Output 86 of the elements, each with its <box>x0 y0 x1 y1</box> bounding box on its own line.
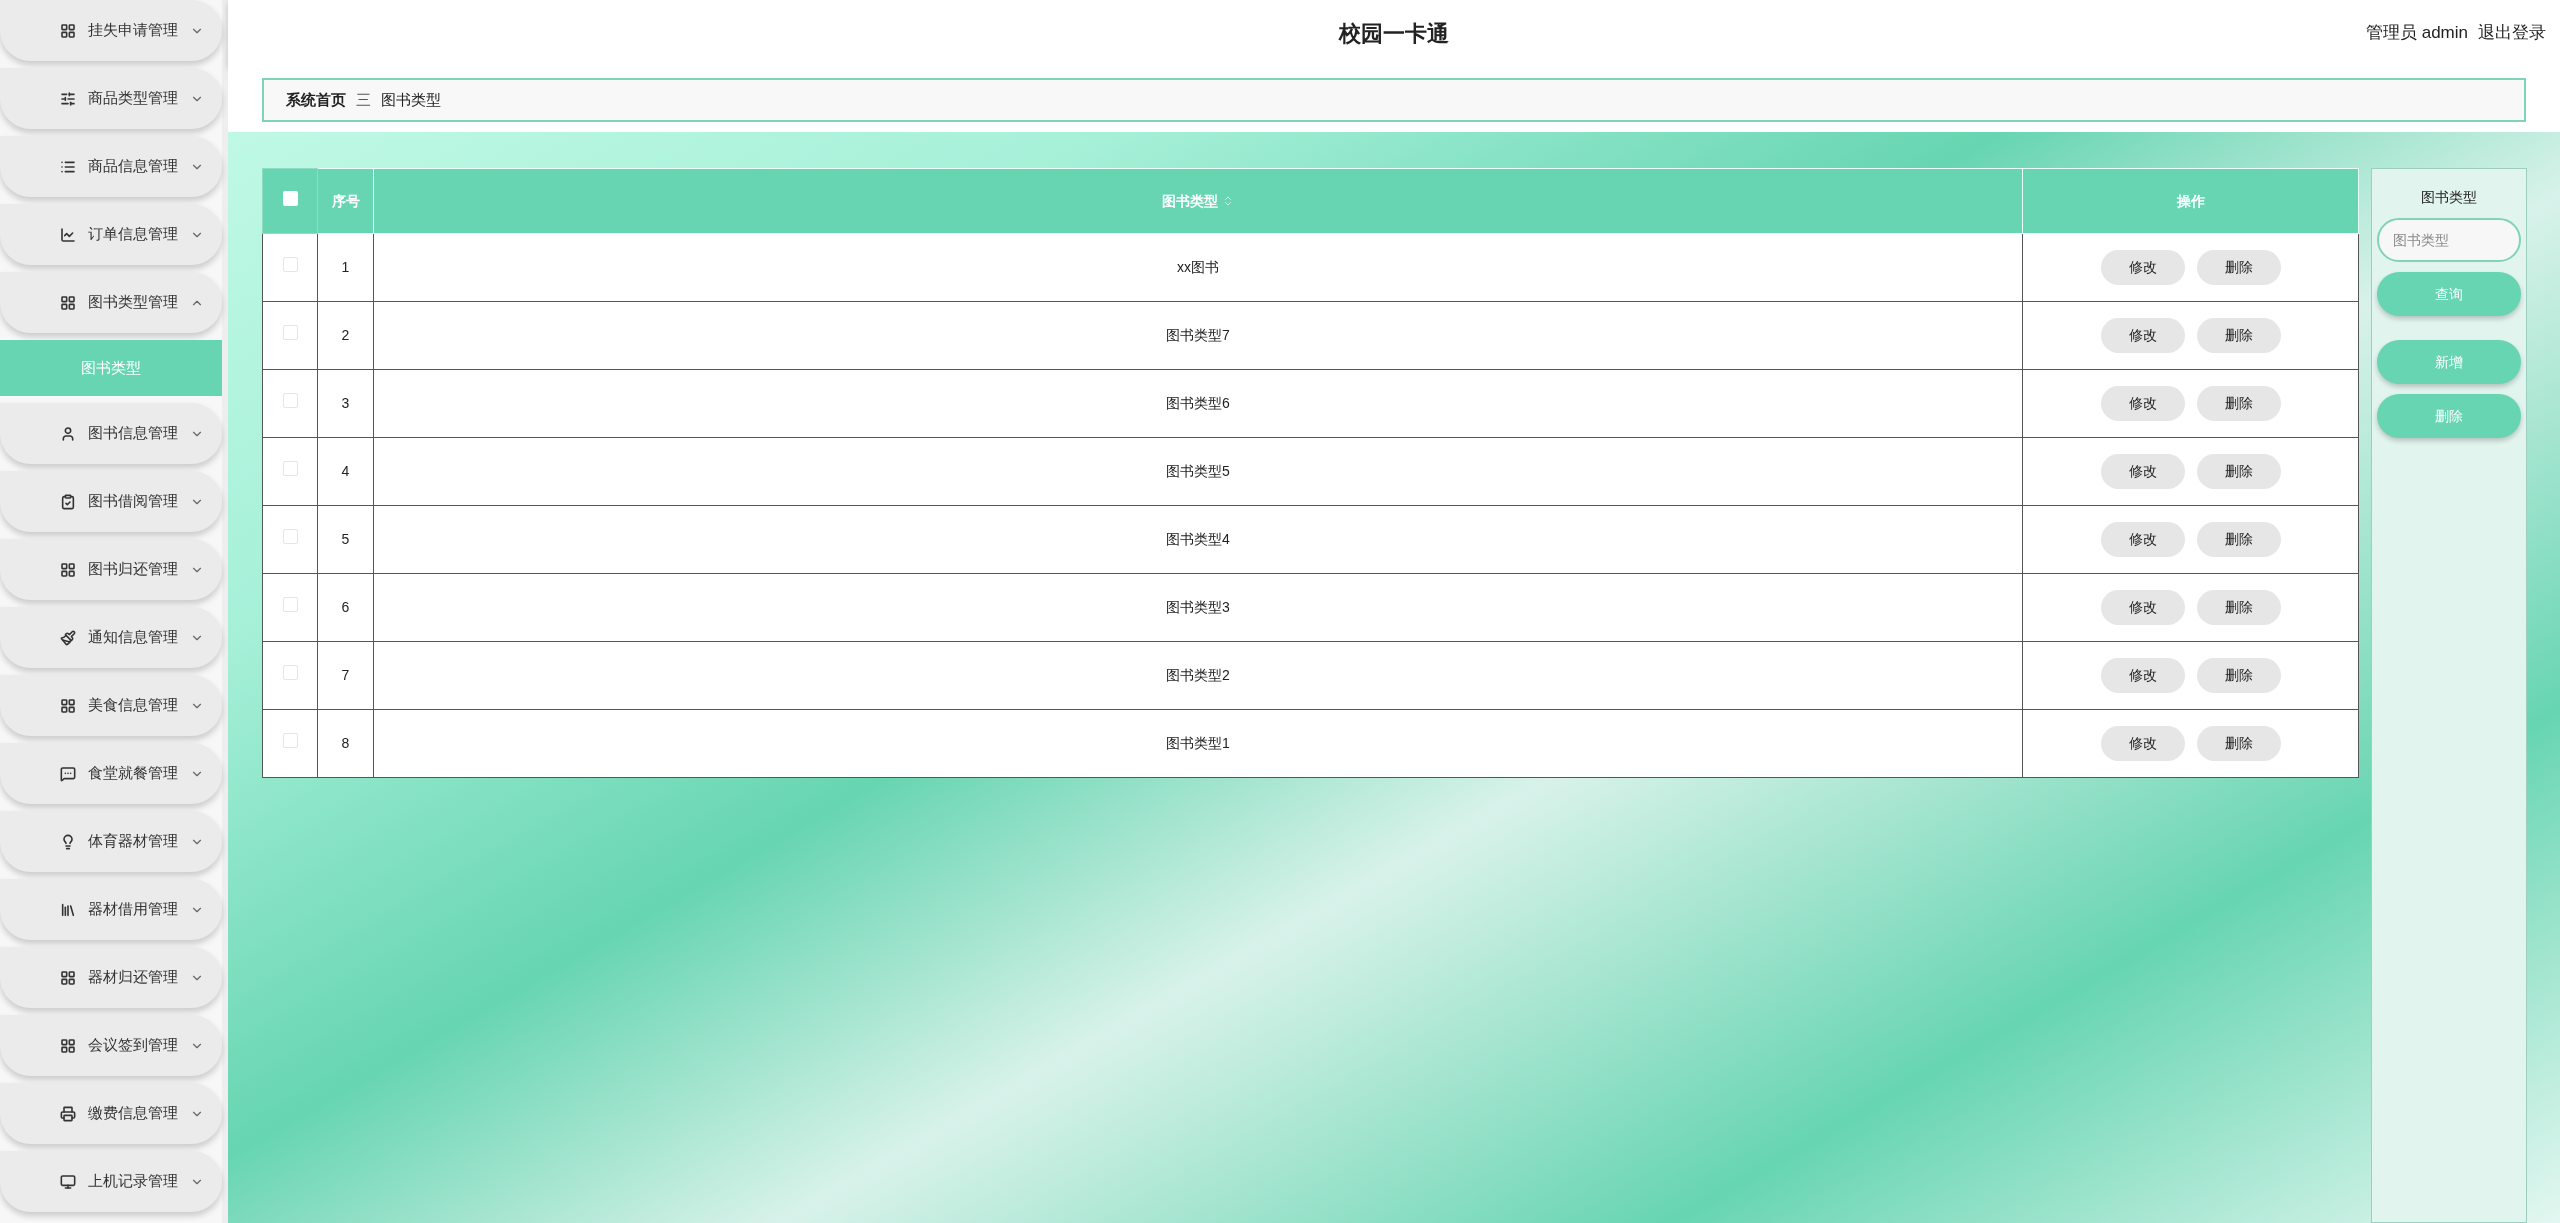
search-label: 图书类型 <box>2421 188 2477 207</box>
checkbox[interactable] <box>282 190 298 206</box>
delete-button[interactable]: 删除 <box>2196 658 2281 693</box>
table-cell: 4 <box>317 437 374 506</box>
table-cell: 7 <box>317 641 374 710</box>
checkbox[interactable] <box>282 529 298 544</box>
table-cell: 图书类型6 <box>373 369 2023 438</box>
edit-button[interactable]: 修改 <box>2100 590 2185 625</box>
sidebar-item[interactable]: 美食信息管理 <box>0 675 222 736</box>
table-cell: 图书类型1 <box>373 709 2023 778</box>
sidebar-item[interactable]: 通知信息管理 <box>0 607 222 668</box>
person-icon <box>60 425 76 442</box>
grid-icon <box>60 561 76 578</box>
delete-button[interactable]: 删除 <box>2196 726 2281 761</box>
table-cell: 5 <box>317 505 374 574</box>
grid-icon <box>60 1037 76 1054</box>
edit-button[interactable]: 修改 <box>2100 658 2185 693</box>
table-cell: 图书类型4 <box>373 505 2023 574</box>
edit-button[interactable]: 修改 <box>2100 726 2185 761</box>
logout-link[interactable]: 退出登录 <box>2478 20 2546 46</box>
lightbulb-icon <box>60 833 76 850</box>
sidebar-item[interactable]: 图书类型管理 <box>0 272 222 333</box>
sidebar-item[interactable]: 器材借用管理 <box>0 879 222 940</box>
delete-button[interactable]: 删除 <box>2196 318 2281 353</box>
edit-button[interactable]: 修改 <box>2100 250 2185 285</box>
clipboard-icon <box>60 493 76 510</box>
printer-icon <box>60 1105 76 1122</box>
delete-button[interactable]: 删除 <box>2196 590 2281 625</box>
sidebar-item[interactable]: 挂失申请管理 <box>0 0 222 61</box>
sidebar-item[interactable]: 器材归还管理 <box>0 947 222 1008</box>
checkbox[interactable] <box>282 257 298 272</box>
breadcrumb-current: 图书类型 <box>381 89 441 110</box>
table-cell: 图书类型3 <box>373 573 2023 642</box>
sidebar-item[interactable]: 会议签到管理 <box>0 1015 222 1076</box>
checkbox[interactable] <box>282 325 298 340</box>
table-header-cell: 图书类型 <box>373 168 2023 234</box>
delete-button[interactable]: 删除 <box>2196 522 2281 557</box>
sidebar-item[interactable]: 体育器材管理 <box>0 811 222 872</box>
table-cell: 8 <box>317 709 374 778</box>
edit-button[interactable]: 修改 <box>2100 318 2185 353</box>
table-cell: 图书类型5 <box>373 437 2023 506</box>
table-cell: 图书类型2 <box>373 641 2023 710</box>
edit-button[interactable]: 修改 <box>2100 386 2185 421</box>
search-field[interactable]: 图书类型 <box>2377 218 2521 262</box>
sidebar-item[interactable]: 商品类型管理 <box>0 68 222 129</box>
sidebar-item[interactable]: 订单信息管理 <box>0 204 222 265</box>
sidebar-item[interactable]: 图书信息管理 <box>0 403 222 464</box>
checkbox[interactable] <box>282 597 298 612</box>
sort-icon[interactable] <box>1222 195 1234 207</box>
breadcrumb-home[interactable]: 系统首页 <box>286 88 346 112</box>
sidebar-item[interactable]: 食堂就餐管理 <box>0 743 222 804</box>
table-cell: 3 <box>317 369 374 438</box>
table-cell: 1 <box>317 233 374 302</box>
table-header-cell: 操作 <box>2022 168 2359 234</box>
monitor-icon <box>60 1173 76 1190</box>
table-cell: 图书类型7 <box>373 301 2023 370</box>
brush-icon <box>60 629 76 646</box>
sidebar-item[interactable]: 商品信息管理 <box>0 136 222 197</box>
grid-icon <box>60 294 76 311</box>
app-title: 校园一卡通 <box>1339 19 1449 48</box>
delete-button[interactable]: 删除 <box>2196 454 2281 489</box>
grid-icon <box>60 22 76 39</box>
checkbox[interactable] <box>282 461 298 476</box>
sidebar-item[interactable]: 上机记录管理 <box>0 1151 222 1212</box>
table-cell: 6 <box>317 573 374 642</box>
edit-button[interactable]: 修改 <box>2100 522 2185 557</box>
breadcrumb-separator: 三 <box>356 89 371 110</box>
sidebar-item[interactable]: 图书归还管理 <box>0 539 222 600</box>
grid-icon <box>60 969 76 986</box>
sidebar-item[interactable]: 图书借阅管理 <box>0 471 222 532</box>
user-label: 管理员 admin <box>2365 22 2468 45</box>
sliders-icon <box>60 90 76 107</box>
checkbox[interactable] <box>282 393 298 408</box>
delete-button[interactable]: 删除 <box>2196 386 2281 421</box>
table-header-cell: 序号 <box>317 168 374 234</box>
grid-icon <box>60 697 76 714</box>
table-cell: xx图书 <box>373 233 2023 302</box>
table-cell: 2 <box>317 301 374 370</box>
checkbox[interactable] <box>282 733 298 748</box>
checkbox[interactable] <box>282 665 298 680</box>
edit-button[interactable]: 修改 <box>2100 454 2185 489</box>
books-icon <box>60 901 76 918</box>
chat-icon <box>60 765 76 782</box>
delete-button[interactable]: 删除 <box>2196 250 2281 285</box>
chart-icon <box>60 226 76 243</box>
sidebar-item[interactable]: 缴费信息管理 <box>0 1083 222 1144</box>
